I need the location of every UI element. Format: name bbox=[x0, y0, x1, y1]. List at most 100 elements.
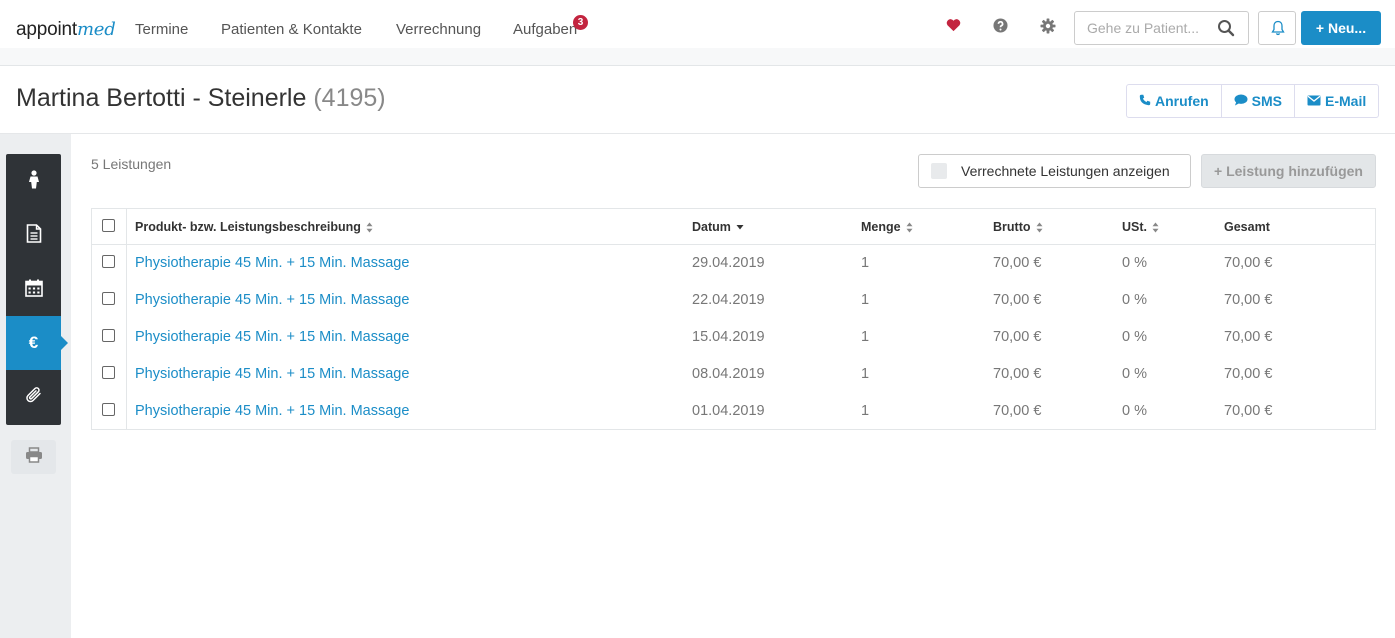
service-quantity: 1 bbox=[861, 255, 870, 271]
service-date: 29.04.2019 bbox=[692, 255, 765, 271]
service-vat: 0 % bbox=[1122, 255, 1147, 271]
table-row: Physiotherapie 45 Min. + 15 Min. Massage… bbox=[92, 319, 1375, 356]
header-divider bbox=[0, 133, 1395, 134]
service-date: 08.04.2019 bbox=[692, 366, 765, 382]
notifications-button[interactable] bbox=[1258, 11, 1296, 45]
tasks-count-badge: 3 bbox=[573, 15, 588, 30]
table-row: Physiotherapie 45 Min. + 15 Min. Massage… bbox=[92, 393, 1375, 430]
contact-actions: Anrufen SMS E-Mail bbox=[1126, 84, 1380, 118]
service-description-link[interactable]: Physiotherapie 45 Min. + 15 Min. Massage bbox=[135, 366, 409, 382]
sort-icon bbox=[1036, 222, 1042, 232]
speech-bubble-icon bbox=[1234, 85, 1248, 117]
table-row: Physiotherapie 45 Min. + 15 Min. Massage… bbox=[92, 356, 1375, 393]
call-button[interactable]: Anrufen bbox=[1127, 85, 1222, 117]
printer-icon bbox=[25, 446, 43, 468]
paperclip-icon bbox=[25, 386, 43, 409]
sidebar-item-attachments[interactable] bbox=[6, 370, 61, 424]
services-table: Produkt- bzw. Leistungsbeschreibung Datu… bbox=[91, 208, 1376, 430]
heart-icon[interactable] bbox=[943, 18, 963, 38]
sort-icon bbox=[906, 222, 913, 232]
show-billed-checkbox[interactable] bbox=[931, 163, 947, 179]
patient-name: Martina Bertotti - Steinerle bbox=[16, 84, 307, 112]
column-header-date[interactable]: Datum bbox=[692, 220, 744, 234]
appointmed-logo[interactable]: appointmed bbox=[16, 19, 116, 41]
service-gross: 70,00 € bbox=[993, 255, 1042, 271]
search-icon[interactable] bbox=[1217, 19, 1235, 42]
row-checkbox[interactable] bbox=[102, 366, 115, 379]
sms-button[interactable]: SMS bbox=[1222, 85, 1296, 117]
sidebar-item-billing[interactable]: € bbox=[6, 316, 68, 370]
service-date: 22.04.2019 bbox=[692, 292, 765, 308]
service-vat: 0 % bbox=[1122, 403, 1147, 419]
plus-icon: + bbox=[1315, 20, 1325, 36]
top-navigation-bar: appointmed Termine Patienten & Kontakte … bbox=[0, 0, 1395, 48]
service-description-link[interactable]: Physiotherapie 45 Min. + 15 Min. Massage bbox=[135, 403, 409, 419]
service-description-link[interactable]: Physiotherapie 45 Min. + 15 Min. Massage bbox=[135, 292, 409, 308]
service-description-link[interactable]: Physiotherapie 45 Min. + 15 Min. Massage bbox=[135, 329, 409, 345]
bell-icon bbox=[1271, 20, 1285, 41]
patient-section-nav: € bbox=[6, 154, 68, 425]
select-all-checkbox[interactable] bbox=[102, 219, 115, 232]
table-header: Produkt- bzw. Leistungsbeschreibung Datu… bbox=[92, 209, 1375, 245]
service-description-link[interactable]: Physiotherapie 45 Min. + 15 Min. Massage bbox=[135, 255, 409, 271]
email-button[interactable]: E-Mail bbox=[1295, 85, 1378, 117]
envelope-icon bbox=[1307, 85, 1321, 117]
row-checkbox[interactable] bbox=[102, 292, 115, 305]
service-quantity: 1 bbox=[861, 366, 870, 382]
table-row: Physiotherapie 45 Min. + 15 Min. Massage… bbox=[92, 245, 1375, 282]
service-total: 70,00 € bbox=[1224, 403, 1273, 419]
service-gross: 70,00 € bbox=[993, 366, 1042, 382]
patient-search-input[interactable] bbox=[1075, 12, 1215, 44]
show-billed-label: Verrechnete Leistungen anzeigen bbox=[961, 163, 1170, 179]
column-header-quantity[interactable]: Menge bbox=[861, 220, 913, 234]
service-date: 15.04.2019 bbox=[692, 329, 765, 345]
service-quantity: 1 bbox=[861, 403, 870, 419]
column-header-vat[interactable]: USt. bbox=[1122, 220, 1159, 234]
service-date: 01.04.2019 bbox=[692, 403, 765, 419]
sort-descending-icon bbox=[736, 225, 744, 230]
gear-icon[interactable] bbox=[1038, 18, 1058, 38]
service-vat: 0 % bbox=[1122, 366, 1147, 382]
help-icon[interactable] bbox=[990, 18, 1010, 38]
person-icon bbox=[26, 169, 42, 195]
service-total: 70,00 € bbox=[1224, 255, 1273, 271]
show-billed-services-toggle[interactable]: Verrechnete Leistungen anzeigen bbox=[918, 154, 1191, 188]
topbar-divider bbox=[0, 48, 1395, 66]
document-icon bbox=[26, 224, 42, 248]
patient-id: (4195) bbox=[313, 84, 386, 112]
print-button[interactable] bbox=[11, 440, 56, 474]
sidebar-item-calendar[interactable] bbox=[6, 263, 61, 317]
row-checkbox[interactable] bbox=[102, 255, 115, 268]
patient-search bbox=[1074, 11, 1249, 45]
euro-icon: € bbox=[28, 333, 39, 352]
column-header-description[interactable]: Produkt- bzw. Leistungsbeschreibung bbox=[135, 220, 373, 234]
nav-verrechnung[interactable]: Verrechnung bbox=[396, 21, 481, 38]
service-total: 70,00 € bbox=[1224, 329, 1273, 345]
sort-icon bbox=[1152, 222, 1159, 232]
sidebar-item-documents[interactable] bbox=[6, 209, 61, 263]
nav-aufgaben[interactable]: Aufgaben bbox=[513, 21, 577, 38]
phone-icon bbox=[1139, 85, 1151, 117]
add-service-button[interactable]: + Leistung hinzufügen bbox=[1201, 154, 1376, 188]
row-checkbox[interactable] bbox=[102, 403, 115, 416]
service-gross: 70,00 € bbox=[993, 329, 1042, 345]
new-button[interactable]: + Neu... bbox=[1301, 11, 1381, 45]
service-gross: 70,00 € bbox=[993, 292, 1042, 308]
column-header-total: Gesamt bbox=[1224, 220, 1270, 234]
sort-icon bbox=[366, 222, 373, 232]
nav-termine[interactable]: Termine bbox=[135, 21, 188, 38]
services-count: 5 Leistungen bbox=[91, 156, 172, 172]
service-vat: 0 % bbox=[1122, 329, 1147, 345]
nav-patienten-kontakte[interactable]: Patienten & Kontakte bbox=[221, 21, 362, 38]
service-vat: 0 % bbox=[1122, 292, 1147, 308]
calendar-icon bbox=[24, 279, 43, 302]
column-header-gross[interactable]: Brutto bbox=[993, 220, 1043, 234]
service-quantity: 1 bbox=[861, 329, 870, 345]
page-title: Martina Bertotti - Steinerle (4195) bbox=[16, 84, 386, 113]
service-gross: 70,00 € bbox=[993, 403, 1042, 419]
row-checkbox[interactable] bbox=[102, 329, 115, 342]
service-total: 70,00 € bbox=[1224, 366, 1273, 382]
table-row: Physiotherapie 45 Min. + 15 Min. Massage… bbox=[92, 282, 1375, 319]
service-total: 70,00 € bbox=[1224, 292, 1273, 308]
sidebar-item-person[interactable] bbox=[6, 155, 61, 209]
